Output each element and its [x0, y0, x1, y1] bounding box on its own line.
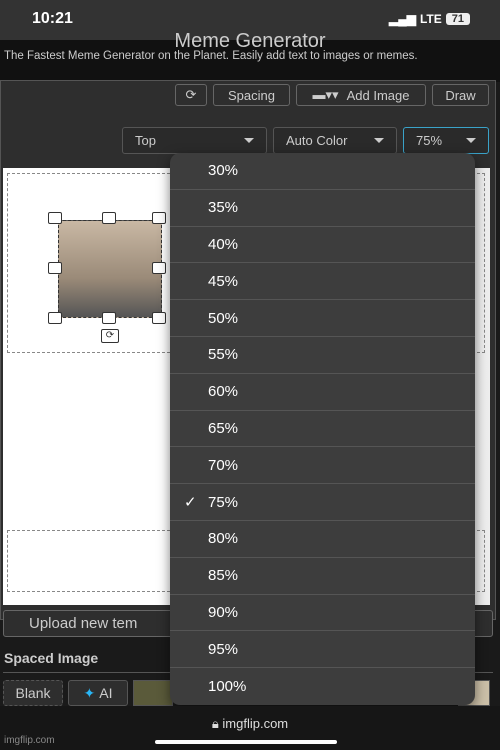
section-title: Spaced Image	[4, 650, 99, 666]
draw-button[interactable]: Draw	[432, 84, 489, 106]
sparkle-icon: ✦	[83, 684, 96, 701]
position-select[interactable]: Top	[122, 127, 267, 154]
option-95[interactable]: 95%	[170, 631, 475, 669]
add-image-button[interactable]: ▬▾▾ Add Image	[296, 84, 426, 106]
resize-handle[interactable]	[152, 312, 166, 324]
option-70[interactable]: 70%	[170, 447, 475, 485]
resize-handle[interactable]	[102, 312, 116, 324]
ai-label: AI	[99, 685, 113, 701]
opacity-dropdown: 30% 35% 40% 45% 50% 55% 60% 65% 70% ✓ 75%…	[170, 153, 475, 705]
position-value: Top	[135, 133, 156, 148]
ai-template[interactable]: ✦ AI	[68, 680, 128, 706]
checkmark-icon: ✓	[184, 494, 197, 512]
rotate-handle-icon[interactable]: ⟳	[101, 329, 119, 343]
browser-bar: 🔒︎ imgflip.com imgflip.com	[0, 706, 500, 750]
color-select[interactable]: Auto Color	[273, 127, 397, 154]
option-55[interactable]: 55%	[170, 337, 475, 374]
option-35[interactable]: 35%	[170, 190, 475, 227]
resize-handle[interactable]	[48, 212, 62, 224]
opacity-select[interactable]: 75%	[403, 127, 489, 154]
battery-icon: 71	[445, 13, 470, 25]
clock: 10:21	[32, 10, 73, 27]
option-75-selected[interactable]: ✓ 75%	[170, 484, 475, 521]
status-icons: ▂▄▆ LTE 71	[389, 12, 470, 26]
rotate-button[interactable]: ⟳	[175, 84, 207, 106]
option-80[interactable]: 80%	[170, 521, 475, 558]
option-90[interactable]: 90%	[170, 595, 475, 632]
option-60[interactable]: 60%	[170, 374, 475, 411]
option-label: 75%	[208, 493, 239, 511]
resize-handle[interactable]	[48, 312, 62, 324]
option-45[interactable]: 45%	[170, 263, 475, 301]
url-text: imgflip.com	[222, 716, 289, 731]
resize-handle[interactable]	[152, 262, 166, 274]
blank-template[interactable]: Blank	[3, 680, 63, 706]
option-40[interactable]: 40%	[170, 227, 475, 264]
spacing-button[interactable]: Spacing	[213, 84, 290, 106]
option-50[interactable]: 50%	[170, 300, 475, 337]
rotate-icon: ⟳	[185, 87, 197, 102]
template-thumbnail[interactable]	[133, 680, 173, 706]
resize-handle[interactable]	[48, 262, 62, 274]
opacity-value: 75%	[416, 133, 443, 148]
resize-handle[interactable]	[102, 212, 116, 224]
option-65[interactable]: 65%	[170, 411, 475, 448]
chevron-down-icon	[244, 138, 254, 143]
network-label: LTE	[419, 12, 442, 26]
chevron-down-icon	[466, 138, 476, 143]
add-image-label: Add Image	[346, 87, 410, 103]
option-30[interactable]: 30%	[170, 153, 475, 190]
lock-icon: 🔒︎	[211, 716, 223, 731]
signal-icon: ▂▄▆	[389, 12, 416, 26]
meme-image[interactable]	[58, 220, 162, 318]
color-value: Auto Color	[286, 133, 348, 148]
chevron-down-icon	[374, 138, 384, 143]
header: Meme Generator The Fastest Meme Generato…	[0, 30, 500, 82]
resize-handle[interactable]	[152, 212, 166, 224]
page-subtitle: The Fastest Meme Generator on the Planet…	[4, 50, 418, 62]
sunglasses-icon: ▬▾▾	[312, 87, 339, 102]
watermark: imgflip.com	[4, 735, 55, 746]
option-100[interactable]: 100%	[170, 668, 475, 705]
url-bar[interactable]: 🔒︎ imgflip.com	[0, 716, 500, 732]
option-85[interactable]: 85%	[170, 558, 475, 595]
home-indicator[interactable]	[155, 740, 337, 744]
